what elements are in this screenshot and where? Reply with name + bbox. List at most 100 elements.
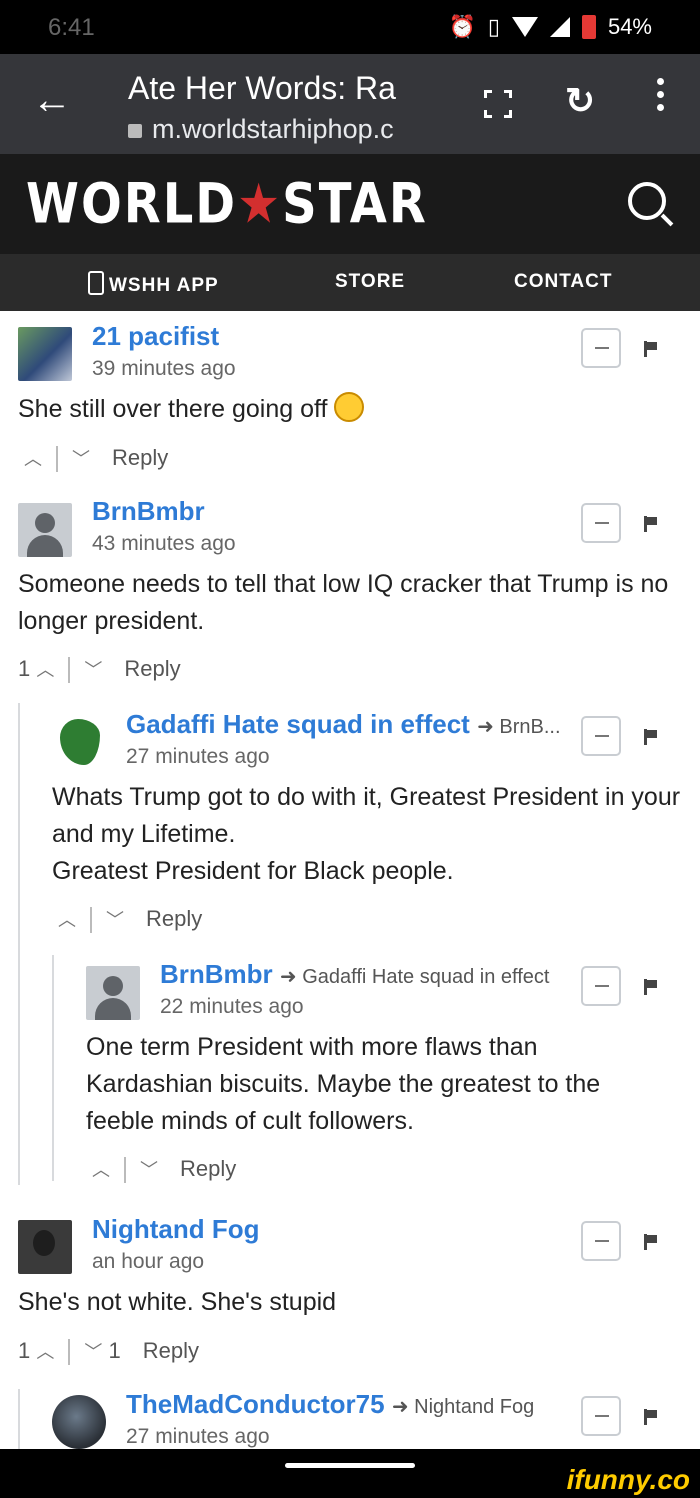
reply-link[interactable]: Reply [143, 1338, 199, 1363]
site-nav: WSHH APP STORE CONTACT [0, 254, 700, 311]
nav-contact[interactable]: CONTACT [514, 271, 612, 293]
comment: BrnBmbr 43 minutes ago Someone needs to … [0, 486, 700, 706]
comment-text: One term President with more flaws than … [86, 1033, 601, 1135]
flag-icon[interactable] [644, 1234, 658, 1250]
status-bar: 6:41 ⏰ ▯ 54% [0, 0, 700, 54]
comment-actions: 1 ︿ ﹀ Reply [18, 656, 181, 684]
wifi-icon [511, 17, 538, 37]
comment-author[interactable]: TheMadConductor75 ➜ Nightand Fog [126, 1389, 534, 1420]
flag-icon[interactable] [644, 341, 658, 357]
reload-icon[interactable]: ↻ [565, 80, 595, 122]
reply-link[interactable]: Reply [146, 906, 202, 931]
comment-time[interactable]: 43 minutes ago [92, 532, 236, 556]
comment-author[interactable]: Gadaffi Hate squad in effect ➜ BrnB... [126, 709, 561, 740]
avatar[interactable] [18, 327, 72, 381]
downvote-icon[interactable]: ﹀ [84, 660, 102, 680]
upvote-icon[interactable]: ︿ [36, 1342, 54, 1362]
downvote-icon[interactable]: ﹀ [72, 449, 90, 469]
thread-line [18, 703, 20, 1185]
alarm-icon: ⏰ [448, 14, 476, 39]
comment-time[interactable]: 22 minutes ago [160, 995, 304, 1019]
collapse-button[interactable] [581, 503, 621, 543]
signal-icon [549, 17, 570, 37]
comment-text: Whats Trump got to do with it, Greatest … [52, 783, 681, 885]
collapse-button[interactable] [581, 966, 621, 1006]
battery-icon [581, 15, 596, 39]
avatar[interactable] [86, 966, 140, 1020]
downvote-count: 1 [108, 1338, 121, 1363]
comment-text: She's not white. She's stupid [18, 1288, 337, 1316]
reply-to[interactable]: ➜ Nightand Fog [392, 1396, 534, 1418]
thread-line [52, 955, 54, 1181]
reply-link[interactable]: Reply [180, 1156, 236, 1181]
flag-icon[interactable] [644, 516, 658, 532]
page-title: Ate Her Words: Ra [128, 70, 396, 106]
downvote-icon[interactable]: ﹀ [140, 1160, 158, 1180]
comment-time[interactable]: an hour ago [92, 1250, 204, 1274]
reply-link[interactable]: Reply [124, 656, 180, 681]
nav-wshh-app[interactable]: WSHH APP [88, 271, 219, 297]
upvote-count: 1 [18, 1338, 31, 1363]
battery-percent: 54% [607, 14, 652, 39]
comment-text: She still over there going off [18, 391, 678, 428]
status-icons: ⏰ ▯ 54% [448, 14, 652, 40]
upvote-icon[interactable]: ︿ [24, 449, 42, 469]
back-arrow-icon[interactable]: ← [32, 80, 72, 120]
url-text: m.worldstarhiphop.c [152, 114, 394, 144]
comments-section: 21 pacifist 39 minutes ago She still ove… [0, 311, 700, 1449]
avatar[interactable] [52, 1395, 106, 1449]
comment-reply: Gadaffi Hate squad in effect ➜ BrnB... 2… [34, 699, 700, 939]
comment-time[interactable]: 27 minutes ago [126, 745, 270, 769]
url-bar[interactable]: m.worldstarhiphop.c [128, 114, 428, 145]
more-menu-icon[interactable] [650, 78, 670, 111]
comment-actions: 1 ︿ ﹀ 1 Reply [18, 1338, 199, 1366]
comment-author[interactable]: Nightand Fog [92, 1214, 260, 1245]
vibrate-icon: ▯ [487, 14, 500, 39]
phone-icon [88, 271, 104, 295]
thread-line [18, 1389, 20, 1449]
reply-to[interactable]: ➜ Gadaffi Hate squad in effect [280, 966, 550, 988]
collapse-button[interactable] [581, 328, 621, 368]
comment-actions: ︿ ﹀ Reply [58, 906, 202, 934]
avatar[interactable] [18, 503, 72, 557]
lock-icon [128, 123, 142, 138]
nav-store[interactable]: STORE [335, 271, 405, 293]
search-icon[interactable] [628, 182, 666, 220]
laughing-emoji-icon [334, 392, 365, 422]
comment-author[interactable]: BrnBmbr [92, 496, 205, 527]
comment-author[interactable]: BrnBmbr ➜ Gadaffi Hate squad in effect [160, 959, 549, 990]
downvote-icon[interactable]: ﹀ [84, 1342, 102, 1362]
home-indicator[interactable] [285, 1463, 415, 1468]
comment-author[interactable]: 21 pacifist [92, 321, 219, 352]
upvote-icon[interactable]: ︿ [36, 660, 54, 680]
browser-toolbar: ← Ate Her Words: Ra m.worldstarhiphop.c … [0, 54, 700, 154]
reply-to[interactable]: ➜ BrnB... [477, 716, 560, 738]
status-time: 6:41 [48, 14, 95, 41]
comment: 21 pacifist 39 minutes ago She still ove… [0, 311, 700, 491]
reply-link[interactable]: Reply [112, 445, 168, 470]
flag-icon[interactable] [644, 729, 658, 745]
collapse-button[interactable] [581, 1221, 621, 1261]
comment-actions: ︿ ﹀ Reply [92, 1156, 236, 1184]
flag-icon[interactable] [644, 1409, 658, 1425]
comment-actions: ︿ ﹀ Reply [24, 445, 168, 473]
watermark: ifunny.co [566, 1464, 690, 1495]
downvote-icon[interactable]: ﹀ [106, 910, 124, 930]
comment-text: Someone needs to tell that low IQ cracke… [18, 570, 669, 635]
worldstar-logo[interactable]: WORLD★STAR [26, 172, 428, 236]
comment-reply: BrnBmbr ➜ Gadaffi Hate squad in effect 2… [68, 949, 700, 1189]
comment: Nightand Fog an hour ago She's not white… [0, 1204, 700, 1374]
flag-icon[interactable] [644, 979, 658, 995]
site-header: WORLD★STAR [0, 154, 700, 254]
upvote-count: 1 [18, 656, 31, 681]
upvote-icon[interactable]: ︿ [58, 910, 76, 930]
collapse-button[interactable] [581, 1396, 621, 1436]
comment-time[interactable]: 39 minutes ago [92, 357, 236, 381]
system-nav-bar: ifunny.co [0, 1449, 700, 1498]
collapse-button[interactable] [581, 716, 621, 756]
avatar[interactable] [52, 715, 106, 769]
upvote-icon[interactable]: ︿ [92, 1160, 110, 1180]
avatar[interactable] [18, 1220, 72, 1274]
comment-time[interactable]: 27 minutes ago [126, 1425, 270, 1449]
fullscreen-icon[interactable] [484, 90, 512, 118]
